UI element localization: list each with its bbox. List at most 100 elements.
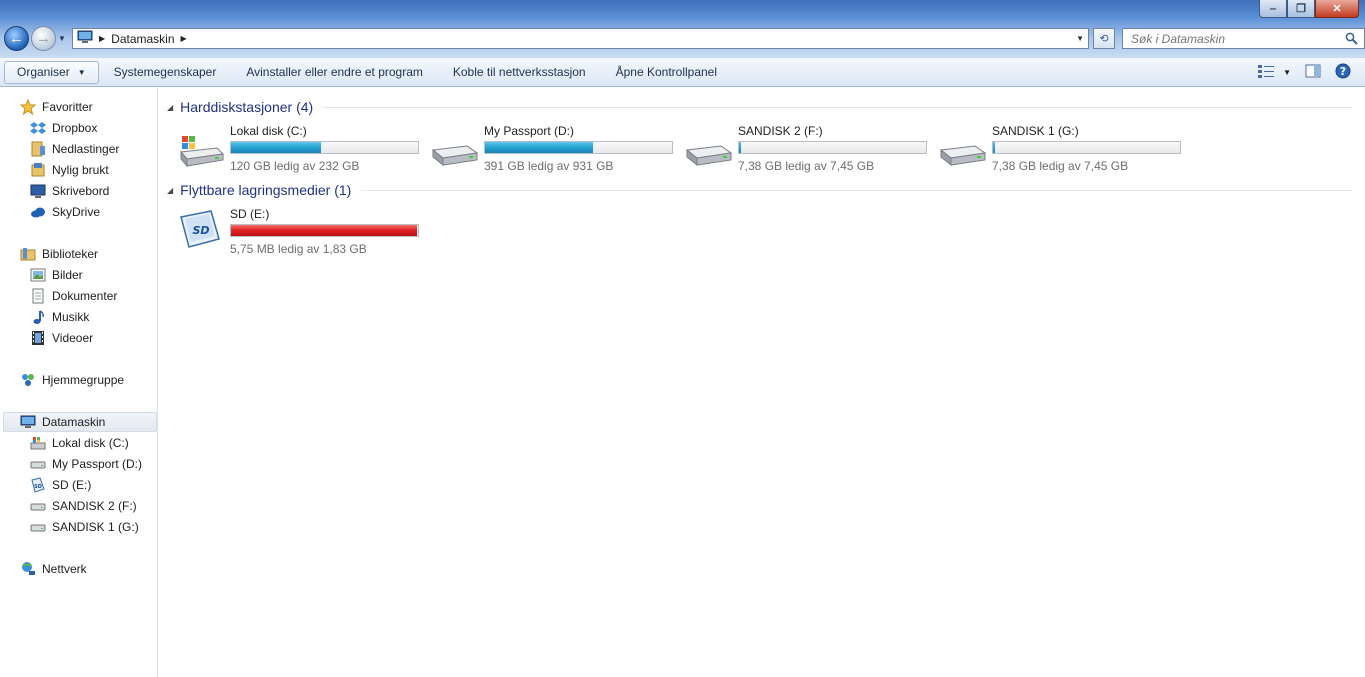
homegroup-icon (20, 372, 36, 388)
windows-drive-icon (30, 435, 46, 451)
sidebar-item-label: Favoritter (42, 100, 93, 114)
music-note-icon (30, 309, 46, 325)
sidebar-item-downloads[interactable]: Nedlastinger (30, 139, 119, 159)
back-button[interactable]: ← (4, 26, 29, 51)
collapse-triangle-icon[interactable]: ◢ (167, 103, 173, 112)
usage-bar-fill (739, 142, 741, 153)
sidebar-item-pictures[interactable]: Bilder (30, 265, 83, 285)
search-input[interactable] (1131, 31, 1341, 46)
downloads-folder-icon (30, 141, 46, 157)
usage-bar (484, 141, 673, 154)
sidebar-item-label: Dropbox (52, 121, 98, 135)
sd-card-icon: SD (30, 477, 46, 493)
maximize-button[interactable]: ❐ (1287, 0, 1315, 18)
breadcrumb-datamaskin[interactable]: Datamaskin (111, 32, 174, 46)
preview-pane-button[interactable] (1305, 64, 1321, 81)
sidebar-item-desktop[interactable]: Skrivebord (30, 181, 109, 201)
sidebar-item-homegroup[interactable]: Hjemmegruppe (20, 370, 124, 390)
computer-icon (20, 414, 36, 430)
sidebar-item-label: Lokal disk (C:) (52, 436, 129, 450)
desktop-icon (30, 183, 46, 199)
drive-icon (30, 498, 46, 514)
forward-arrow-icon: → (36, 30, 51, 47)
back-arrow-icon: ← (9, 30, 24, 47)
usage-bar-fill (993, 142, 995, 153)
drive-icon (30, 456, 46, 472)
sidebar-item-recent[interactable]: Nylig brukt (30, 160, 109, 180)
minimize-button[interactable]: ‒ (1259, 0, 1287, 18)
sidebar-item-label: SD (E:) (52, 478, 92, 492)
collapse-triangle-icon[interactable]: ◢ (167, 186, 173, 195)
group-title: Harddiskstasjoner (4) (180, 99, 314, 115)
group-title: Flyttbare lagringsmedier (1) (180, 182, 352, 198)
recent-pages-dropdown-icon[interactable]: ▼ (58, 34, 66, 43)
drive-c[interactable]: Lokal disk (C:) 120 GB ledig av 232 GB (177, 122, 427, 173)
help-button[interactable]: ? (1335, 63, 1351, 82)
sidebar-item-label: Nylig brukt (52, 163, 109, 177)
drive-free-space: 7,38 GB ledig av 7,45 GB (738, 159, 875, 173)
breadcrumb-separator-icon[interactable]: ▶ (181, 34, 187, 43)
usage-bar-fill (231, 225, 418, 236)
group-divider (323, 106, 1353, 108)
close-button[interactable]: ✕ (1315, 0, 1359, 18)
refresh-button[interactable]: ⟲ (1093, 28, 1115, 49)
recent-places-icon (30, 162, 46, 178)
drive-e[interactable]: SD SD (E:) 5,75 MB ledig av 1,83 GB (177, 205, 427, 256)
sidebar-item-label: SANDISK 1 (G:) (52, 520, 139, 534)
sidebar-item-libraries[interactable]: Biblioteker (20, 244, 98, 264)
search-box[interactable] (1122, 28, 1365, 49)
search-icon[interactable] (1345, 32, 1358, 48)
sidebar-item-computer[interactable]: Datamaskin (3, 412, 157, 432)
usage-bar (230, 224, 419, 237)
view-details-icon (1257, 64, 1275, 81)
svg-text:SD: SD (192, 224, 209, 237)
sidebar-item-videos[interactable]: Videoer (30, 328, 93, 348)
system-properties-button[interactable]: Systemegenskaper (99, 61, 232, 84)
change-view-button[interactable]: ▼ (1257, 64, 1291, 81)
usage-bar-fill (231, 142, 321, 153)
drive-name: Lokal disk (C:) (230, 124, 307, 138)
sidebar-item-favorites[interactable]: Favoritter (20, 97, 93, 117)
drive-name: SANDISK 1 (G:) (992, 124, 1079, 138)
drive-f[interactable]: SANDISK 2 (F:) 7,38 GB ledig av 7,45 GB (685, 122, 935, 173)
uninstall-program-button[interactable]: Avinstaller eller endre et program (231, 61, 438, 84)
sidebar-item-drive-d[interactable]: My Passport (D:) (30, 454, 142, 474)
forward-button[interactable]: → (31, 26, 56, 51)
drive-d[interactable]: My Passport (D:) 391 GB ledig av 931 GB (431, 122, 681, 173)
address-bar[interactable]: ▶ Datamaskin ▶ ▼ (72, 28, 1089, 49)
sidebar-item-drive-f[interactable]: SANDISK 2 (F:) (30, 496, 137, 516)
sidebar-item-skydrive[interactable]: SkyDrive (30, 202, 100, 222)
breadcrumb-separator-icon[interactable]: ▶ (99, 34, 105, 43)
sidebar-item-label: SkyDrive (52, 205, 101, 219)
chevron-down-icon: ▼ (77, 67, 86, 77)
open-control-panel-button[interactable]: Åpne Kontrollpanel (601, 61, 732, 84)
title-bar: ‒ ❐ ✕ ← → ▼ ▶ Datamaskin ▶ ▼ ⟲ (0, 0, 1365, 58)
map-network-drive-button[interactable]: Koble til nettverksstasjon (438, 61, 601, 84)
sidebar-item-drive-c[interactable]: Lokal disk (C:) (30, 433, 129, 453)
pictures-icon (30, 267, 46, 283)
preview-pane-icon (1305, 64, 1321, 81)
sidebar-item-documents[interactable]: Dokumenter (30, 286, 117, 306)
sidebar-item-label: Nettverk (42, 562, 87, 576)
cloud-icon (30, 204, 46, 220)
sidebar-item-network[interactable]: Nettverk (20, 559, 87, 579)
drive-free-space: 7,38 GB ledig av 7,45 GB (992, 159, 1129, 173)
sidebar-item-dropbox[interactable]: Dropbox (30, 118, 97, 138)
usage-bar (992, 141, 1181, 154)
sidebar-item-drive-g[interactable]: SANDISK 1 (G:) (30, 517, 139, 537)
sidebar-item-label: SANDISK 2 (F:) (52, 499, 137, 513)
drive-g[interactable]: SANDISK 1 (G:) 7,38 GB ledig av 7,45 GB (939, 122, 1189, 173)
network-icon (20, 561, 36, 577)
sidebar-item-drive-e[interactable]: SD SD (E:) (30, 475, 91, 495)
help-icon: ? (1335, 63, 1351, 82)
sidebar-item-music[interactable]: Musikk (30, 307, 89, 327)
sidebar-item-label: Datamaskin (42, 415, 106, 429)
address-history-dropdown-icon[interactable]: ▼ (1076, 34, 1084, 43)
organise-button[interactable]: Organiser ▼ (4, 60, 99, 84)
group-header-removable[interactable]: ◢ Flyttbare lagringsmedier (1) (167, 180, 1353, 200)
drive-name: SANDISK 2 (F:) (738, 124, 823, 138)
sidebar-item-label: Hjemmegruppe (42, 373, 125, 387)
group-header-hard-drives[interactable]: ◢ Harddiskstasjoner (4) (167, 97, 1353, 117)
drive-icon (30, 519, 46, 535)
chevron-down-icon[interactable]: ▼ (1283, 68, 1291, 77)
